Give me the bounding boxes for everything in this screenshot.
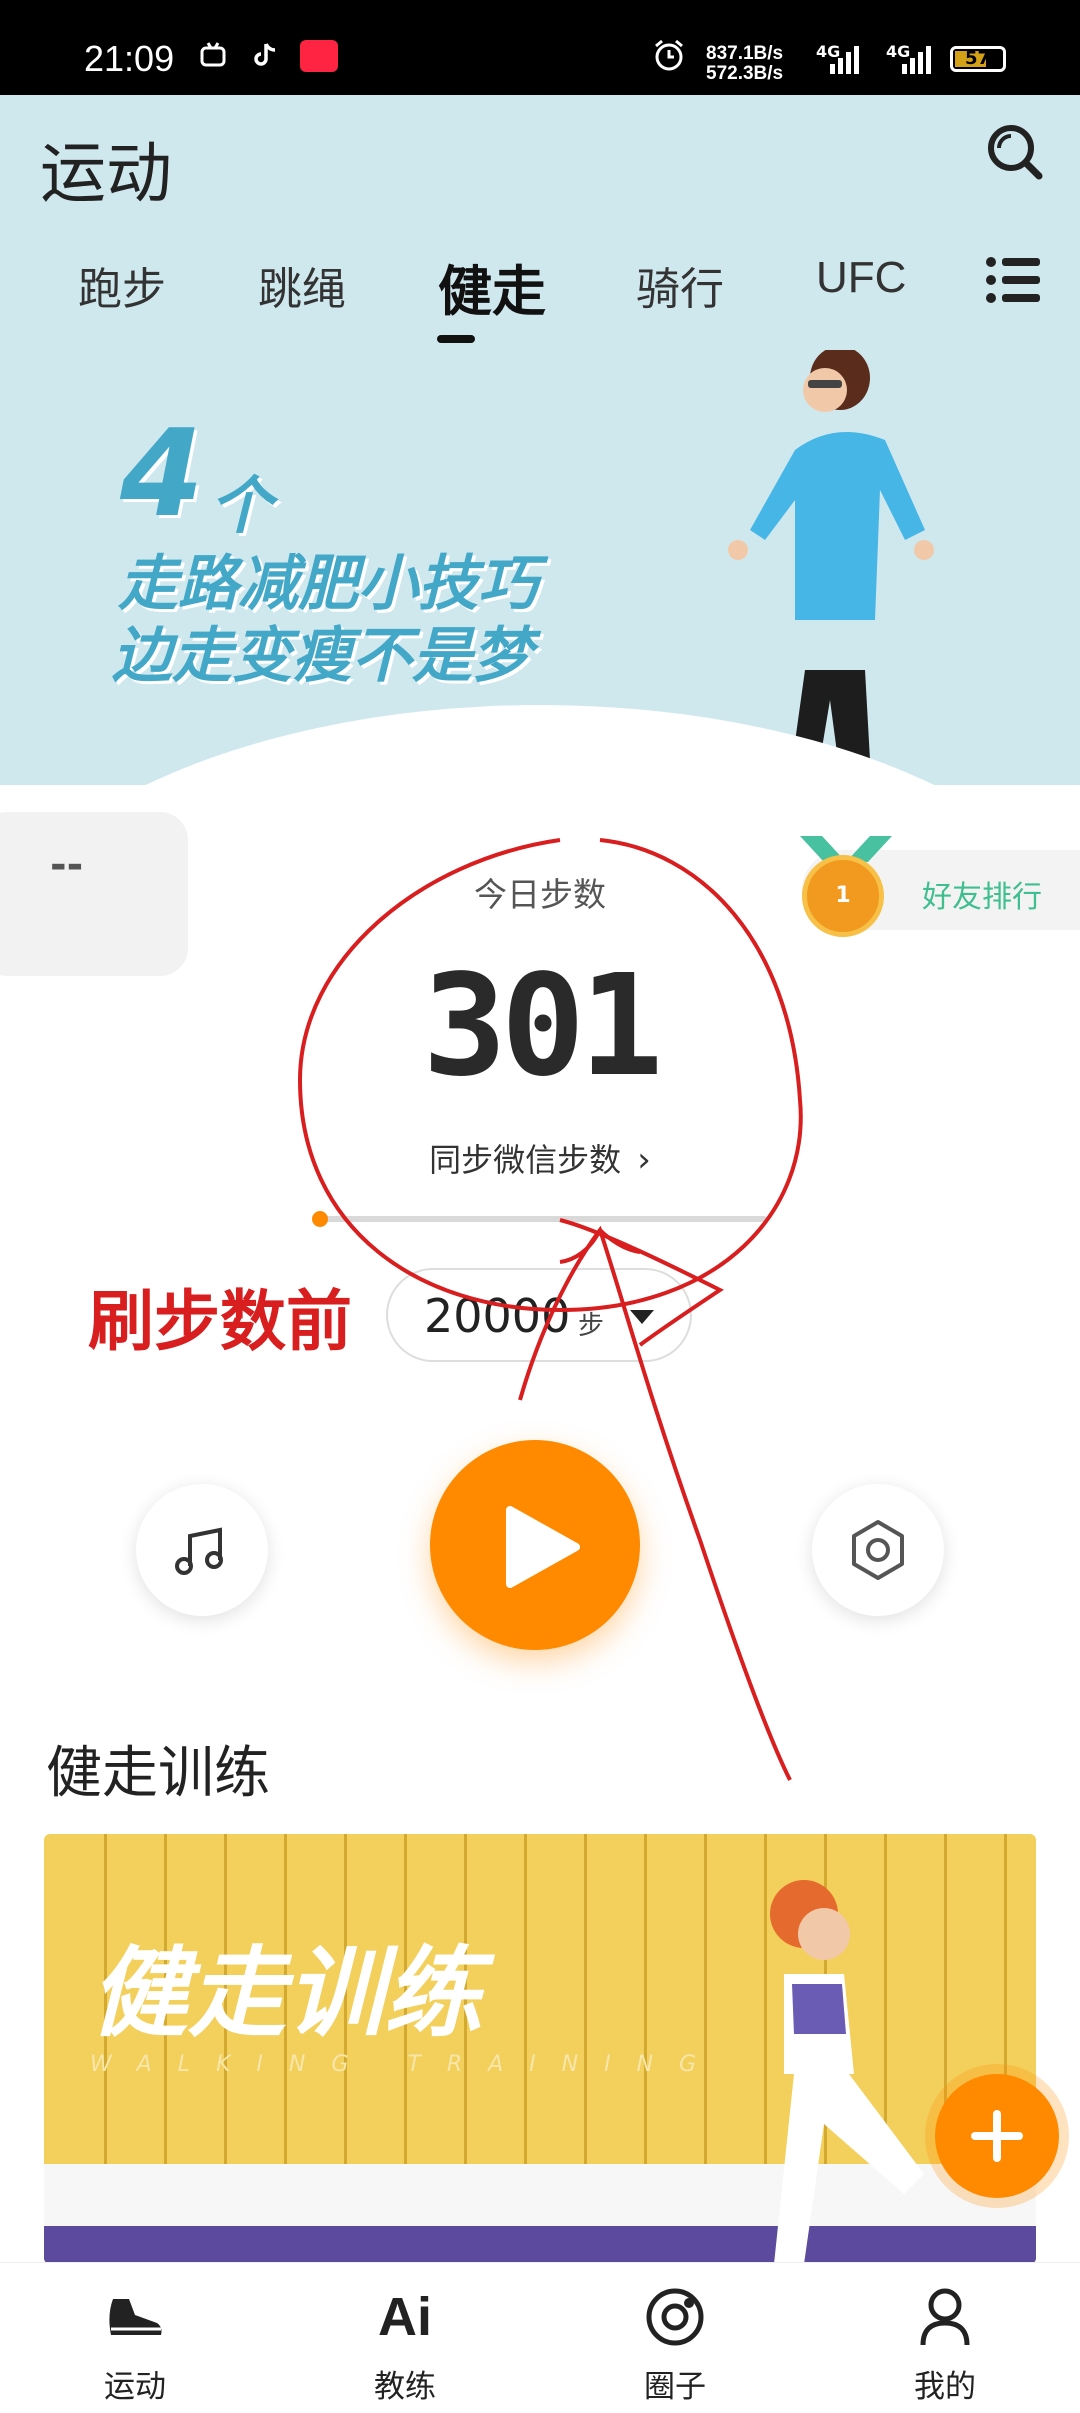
bottom-navigation: 运动 Ai 教练 圈子 我的 (0, 2262, 1080, 2413)
music-note-icon (175, 1527, 223, 1575)
play-icon (506, 1506, 580, 1588)
nav-circle[interactable]: 圈子 (575, 2263, 775, 2413)
person-icon (920, 2288, 970, 2346)
sneaker-icon (109, 2299, 162, 2335)
training-card-subtitle: WALKING TRAINING (90, 2052, 723, 2077)
training-card-title: 健走训练 (90, 1937, 483, 2051)
plus-icon (971, 2110, 1023, 2162)
nav-coach[interactable]: Ai 教练 (305, 2263, 505, 2413)
walking-training-card[interactable]: 健走训练 WALKING TRAINING (44, 1834, 1036, 2264)
music-button[interactable] (136, 1484, 268, 1616)
nav-mine[interactable]: 我的 (845, 2263, 1045, 2413)
nav-sport[interactable]: 运动 (35, 2263, 235, 2413)
ai-icon: Ai (378, 2287, 432, 2347)
add-floating-button[interactable] (935, 2074, 1059, 2198)
settings-button[interactable] (812, 1484, 944, 1616)
start-workout-button[interactable] (430, 1440, 640, 1650)
hexagon-settings-icon (852, 1520, 904, 1580)
training-section-title: 健走训练 (46, 1741, 270, 1806)
walking-figure-illustration (770, 1880, 924, 2264)
circle-community-icon (646, 2288, 704, 2346)
